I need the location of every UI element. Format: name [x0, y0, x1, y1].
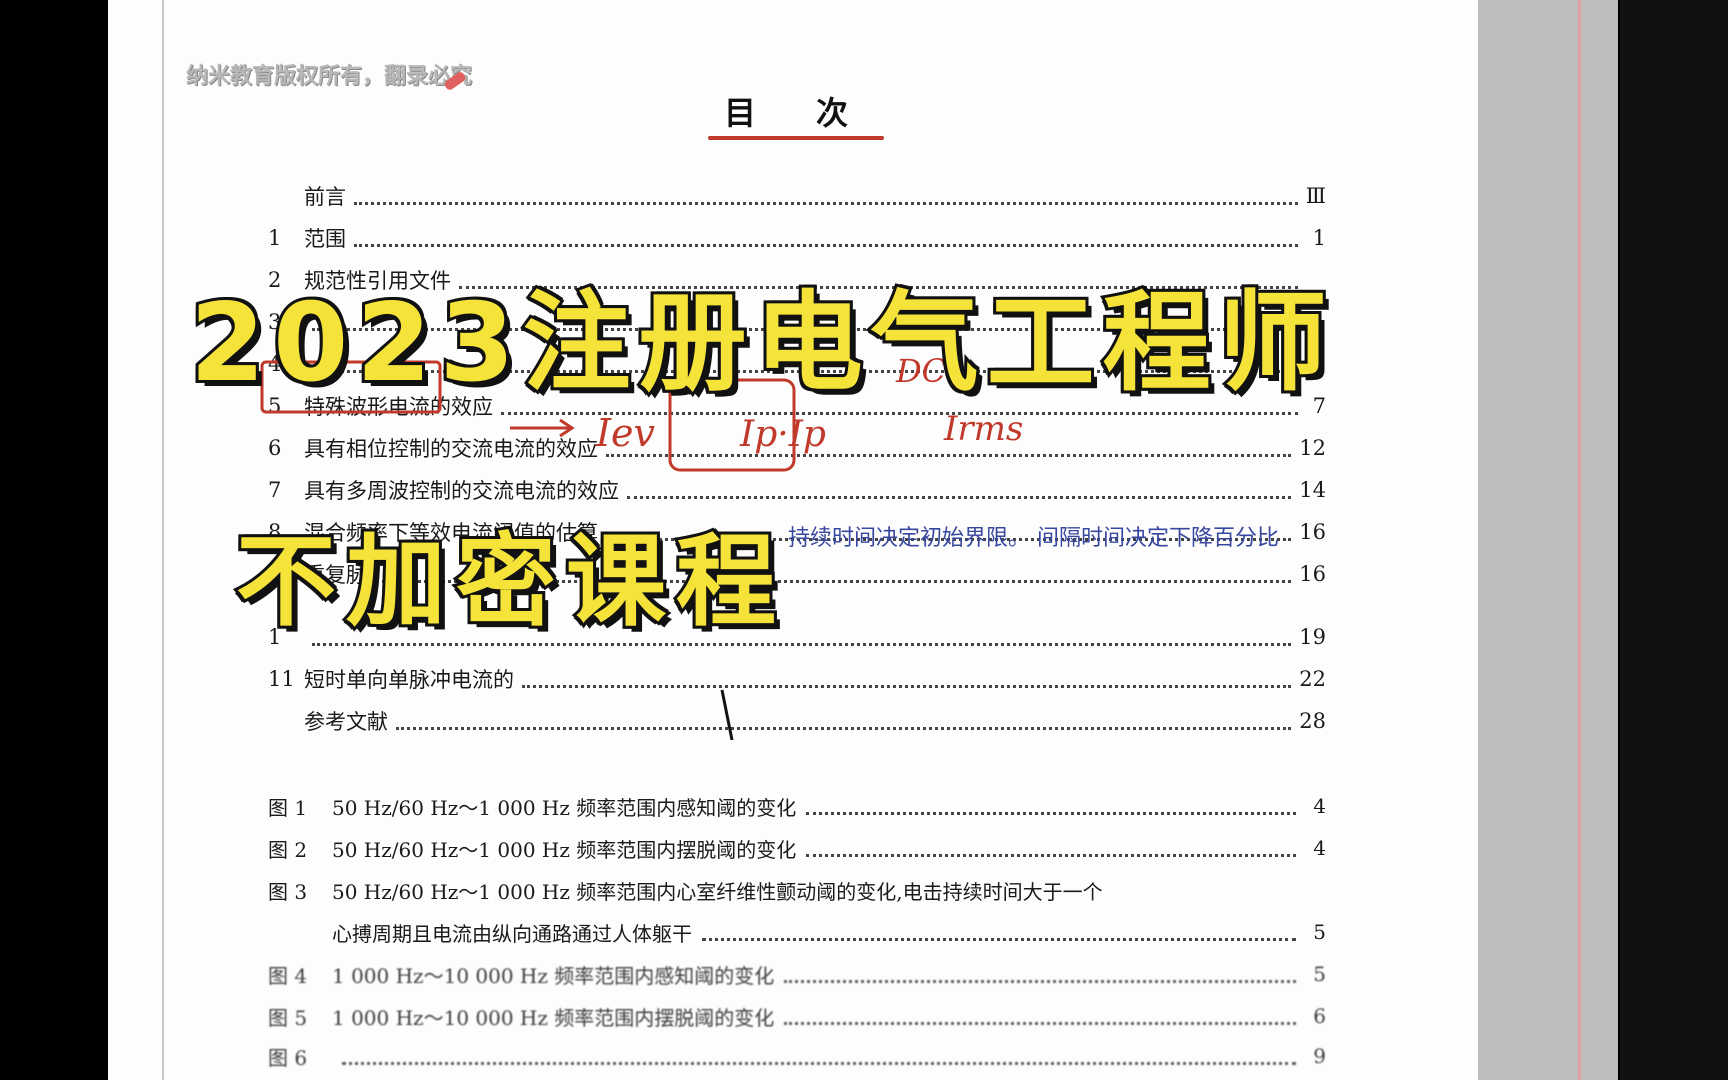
video-subtitle-overlay: 不加密课程	[233, 520, 786, 643]
video-title-overlay: 2023注册电气工程师	[187, 278, 1335, 409]
red-note-text: Iev	[595, 411, 655, 455]
red-note-text: Irms	[943, 409, 1023, 449]
screenshot: 纳米教育版权所有，翻录必究 目次 前言 Ⅲ 1 范围 1 2 规范性引用文件 3	[0, 0, 1728, 1080]
red-note-text: Ip·Ip	[739, 414, 826, 455]
cursor-stroke	[720, 689, 734, 741]
